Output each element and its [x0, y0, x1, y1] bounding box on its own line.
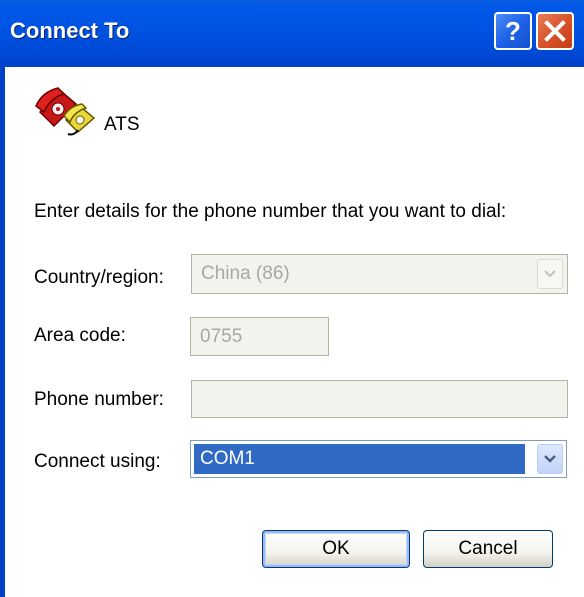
window-left-border: [0, 67, 5, 597]
title-bar[interactable]: Connect To ?: [0, 0, 584, 67]
chevron-down-icon: [544, 270, 556, 278]
close-x-icon: [544, 20, 566, 42]
close-button[interactable]: [536, 12, 574, 50]
connect-using-dropdown-arrow[interactable]: [537, 444, 563, 474]
area-code-value: 0755: [200, 326, 243, 347]
connect-using-select[interactable]: COM1: [190, 440, 567, 478]
chevron-down-icon: [544, 455, 556, 463]
connect-using-value: COM1: [194, 444, 525, 474]
window-title: Connect To: [10, 18, 130, 43]
connect-to-dialog: Connect To ? ATS Enter details for the p…: [0, 0, 584, 597]
ok-button[interactable]: OK: [262, 530, 410, 568]
area-code-label: Area code:: [34, 325, 126, 346]
connection-name: ATS: [104, 114, 140, 135]
country-label: Country/region:: [34, 267, 164, 288]
svg-text:?: ?: [505, 16, 521, 46]
phone-number-input[interactable]: [191, 380, 568, 418]
cancel-button[interactable]: Cancel: [423, 530, 553, 568]
area-code-input[interactable]: 0755: [190, 317, 329, 356]
telephone-icon: [35, 87, 96, 136]
phone-number-label: Phone number:: [34, 389, 164, 410]
country-dropdown-arrow[interactable]: [537, 259, 563, 289]
country-select[interactable]: China (86): [191, 254, 568, 294]
connect-using-label: Connect using:: [34, 451, 161, 472]
country-value: China (86): [201, 263, 290, 284]
help-button[interactable]: ?: [494, 12, 532, 50]
help-question-icon: ?: [505, 16, 521, 46]
instruction-text: Enter details for the phone number that …: [34, 201, 507, 222]
